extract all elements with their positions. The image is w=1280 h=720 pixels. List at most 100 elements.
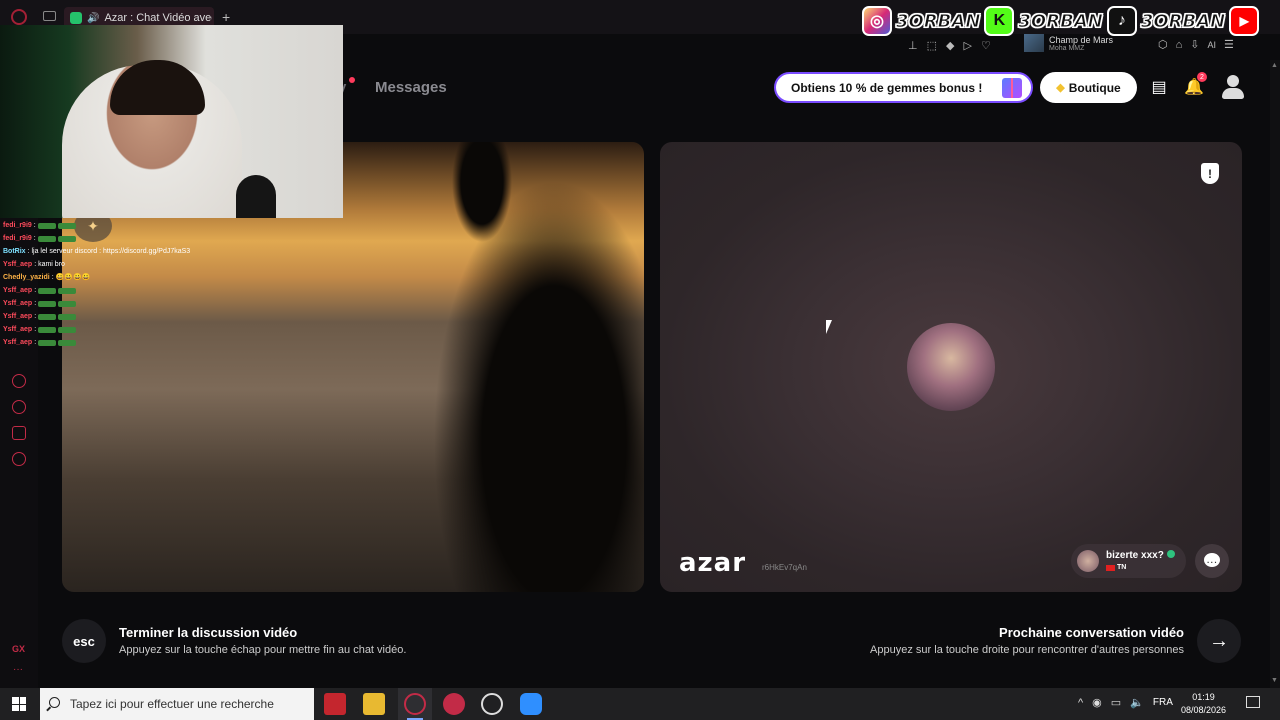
file-explorer-icon[interactable] bbox=[363, 693, 385, 715]
session-id: r6HkEv7qAn bbox=[762, 563, 807, 572]
obs-icon[interactable] bbox=[481, 693, 503, 715]
next-chat-button[interactable]: → bbox=[1197, 619, 1241, 663]
messenger-icon[interactable] bbox=[520, 693, 542, 715]
tiktok-icon: ♪ bbox=[1106, 6, 1137, 36]
chat-username[interactable]: Chedly_yazidi bbox=[3, 271, 50, 284]
social-handle: 3ORBAN bbox=[1018, 10, 1103, 32]
shop-label: Boutique bbox=[1068, 80, 1121, 95]
chat-username[interactable]: BotRix bbox=[3, 245, 26, 258]
chat-username[interactable]: Ysff_aep bbox=[3, 297, 32, 310]
chat-line: Ysff_aep: bbox=[3, 310, 223, 323]
shop-button[interactable]: ◆ Boutique bbox=[1040, 72, 1137, 103]
opera-gx-app-icon[interactable] bbox=[404, 693, 426, 715]
clock-time: 01:19 bbox=[1192, 692, 1215, 702]
shield-icon[interactable]: ◆ bbox=[946, 39, 954, 52]
chat-emote-icon bbox=[38, 313, 57, 320]
chat-emote-icon bbox=[58, 313, 77, 320]
chat-username[interactable]: fedi_r9i9 bbox=[3, 219, 32, 232]
chat-line: Ysff_aep: bbox=[3, 284, 223, 297]
chat-emote-icon bbox=[38, 326, 57, 333]
clock[interactable]: 01:19 08/08/2026 bbox=[1181, 691, 1226, 717]
extensions-icon[interactable]: ⬡ bbox=[1158, 38, 1168, 51]
network-icon[interactable]: ▭ bbox=[1111, 696, 1121, 709]
chat-emote-icon bbox=[58, 287, 77, 294]
browser-toolbar: ⊥ ⬚ ◆ ▷ ♡ bbox=[908, 38, 991, 52]
opera-logo-icon[interactable] bbox=[11, 9, 27, 25]
track-title: Champ de Mars bbox=[1049, 34, 1114, 45]
report-icon[interactable]: ! bbox=[1201, 163, 1219, 184]
chat-button[interactable]: ··· bbox=[1195, 544, 1229, 578]
tray-expand-icon[interactable]: ^ bbox=[1078, 697, 1083, 709]
new-tab-button[interactable]: + bbox=[222, 9, 230, 25]
end-chat-button[interactable]: esc bbox=[62, 619, 106, 663]
taskbar-search-input[interactable]: Tapez ici pour effectuer une recherche bbox=[40, 688, 314, 720]
windows-taskbar: Tapez ici pour effectuer une recherche ^… bbox=[0, 688, 1280, 720]
scroll-down-icon[interactable]: ▼ bbox=[1271, 677, 1278, 684]
peer-name: bizerte xxx? bbox=[1106, 550, 1164, 561]
notification-center-icon[interactable] bbox=[1246, 696, 1260, 708]
verified-icon bbox=[1167, 550, 1175, 558]
more-icon[interactable]: ··· bbox=[13, 664, 23, 675]
chat-username[interactable]: Ysff_aep bbox=[3, 310, 32, 323]
nav-messages[interactable]: Messages bbox=[375, 79, 447, 96]
gems-promo-button[interactable]: Obtiens 10 % de gemmes bonus ! bbox=[774, 72, 1033, 103]
youtube-icon: ▶ bbox=[1229, 6, 1260, 36]
search-icon bbox=[49, 697, 60, 708]
chat-username[interactable]: Ysff_aep bbox=[3, 258, 32, 271]
download-icon[interactable]: ⇩ bbox=[1190, 38, 1199, 51]
chat-emote-icon bbox=[57, 222, 76, 229]
album-art bbox=[1024, 34, 1044, 52]
speaker-icon[interactable]: 🔊 bbox=[87, 13, 99, 24]
pin-icon[interactable]: ⊥ bbox=[908, 39, 918, 52]
track-artist: Moha MMZ bbox=[1049, 44, 1085, 52]
chat-line: Ysff_aep: bbox=[3, 297, 223, 310]
tray-app-icon[interactable]: ◉ bbox=[1092, 696, 1102, 709]
instagram-sidebar-icon[interactable] bbox=[12, 374, 26, 388]
streamer-webcam-overlay bbox=[0, 25, 343, 218]
profile-icon[interactable]: ⌂ bbox=[1176, 39, 1183, 51]
chat-username[interactable]: Ysff_aep bbox=[3, 323, 32, 336]
nav-notification-dot bbox=[349, 77, 355, 83]
play-icon[interactable]: ▷ bbox=[963, 39, 971, 52]
chat-line: Ysff_aep: bbox=[3, 336, 223, 349]
clock-date: 08/08/2026 bbox=[1181, 705, 1227, 715]
chat-message: : bbox=[33, 222, 36, 229]
snapshot-icon[interactable]: ⬚ bbox=[927, 39, 937, 52]
heart-icon[interactable]: ♡ bbox=[981, 39, 991, 52]
notification-badge: 2 bbox=[1197, 72, 1207, 82]
chat-username[interactable]: Ysff_aep bbox=[3, 336, 32, 349]
page-scrollbar[interactable] bbox=[1270, 60, 1280, 688]
language-indicator[interactable]: FRA bbox=[1153, 697, 1173, 708]
chat-username[interactable]: fedi_r9i9 bbox=[3, 232, 32, 245]
volume-icon[interactable]: 🔈 bbox=[1130, 696, 1144, 709]
chat-emote-icon bbox=[37, 222, 56, 229]
peer-thumb bbox=[1077, 550, 1099, 572]
chat-emote-icon bbox=[38, 287, 57, 294]
chat-message: : bbox=[33, 235, 36, 242]
history-icon[interactable] bbox=[12, 400, 26, 414]
extensions-sidebar-icon[interactable] bbox=[12, 426, 26, 440]
tab-manager-icon[interactable] bbox=[43, 11, 56, 21]
menu-icon[interactable]: ☰ bbox=[1224, 38, 1234, 51]
windows-start-icon[interactable] bbox=[12, 697, 26, 711]
chat-message: : lja lel serveur discord : https://disc… bbox=[27, 248, 191, 255]
system-tray: ^ ◉ ▭ 🔈 FRA bbox=[1078, 696, 1173, 710]
scroll-up-icon[interactable]: ▲ bbox=[1271, 62, 1278, 69]
kick-icon: K bbox=[984, 6, 1015, 36]
settings-icon[interactable] bbox=[12, 452, 26, 466]
end-chat-subtitle: Appuyez sur la touche échap pour mettre … bbox=[119, 644, 407, 656]
gx-label[interactable]: GX bbox=[12, 644, 25, 654]
inbox-icon[interactable]: ▤ bbox=[1148, 76, 1170, 98]
peer-profile-pill[interactable]: bizerte xxx? TN bbox=[1071, 544, 1186, 578]
social-handle: 3ORBAN bbox=[1140, 10, 1226, 32]
gift-icon bbox=[1002, 78, 1022, 98]
app-icon-red[interactable] bbox=[443, 693, 465, 715]
social-handle: 3ORBAN bbox=[895, 10, 981, 32]
music-mini-player[interactable]: Champ de Mars Moha MMZ bbox=[1024, 34, 1113, 52]
chat-message: : bbox=[34, 339, 37, 346]
peer-video-feed: ! azar r6HkEv7qAn bizerte xxx? TN ··· bbox=[660, 142, 1242, 592]
ai-button[interactable]: AI bbox=[1207, 40, 1216, 50]
chat-username[interactable]: Ysff_aep bbox=[3, 284, 32, 297]
profile-avatar-icon[interactable] bbox=[1222, 75, 1244, 99]
voicemeeter-app-icon[interactable] bbox=[324, 693, 346, 715]
